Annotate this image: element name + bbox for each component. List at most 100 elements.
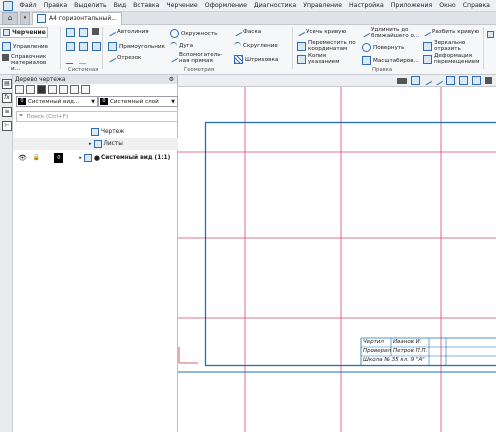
lock-icon[interactable]: 🔒 [33,154,40,161]
menu-item[interactable]: Вставка [130,0,163,12]
chamfer-label: Фаска [243,29,262,35]
mode-tab-drawing[interactable]: Черчение [0,27,48,38]
panel-title-bar: Дерево чертежа ⚙ [13,75,177,84]
clipboard-icon[interactable] [92,42,101,51]
tree-panel-icon[interactable]: ▤ [2,79,12,89]
visibility-eye-icon[interactable]: 👁 [18,154,27,162]
menu-item[interactable]: Справка [459,0,493,12]
undo-icon[interactable] [66,56,73,64]
fillet-button[interactable]: Скругление [234,42,278,50]
document-tab[interactable]: А4 горизонтальный... [32,11,122,25]
variables-icon[interactable]: fx [2,93,12,103]
overflow-tools-icon[interactable] [487,31,494,38]
chamfer-button[interactable]: Фаска [232,27,262,37]
manage-button[interactable]: Управление [2,42,48,51]
more-view-icon[interactable] [485,77,492,84]
segment-button[interactable]: Отрезок [106,53,142,63]
tree-list-icon[interactable] [48,85,57,94]
view-icon [83,153,92,162]
tree-view-icon[interactable] [26,85,35,94]
view-select[interactable]: 0 Системный вид... ▼ [16,96,98,107]
tree-group-icon[interactable] [70,85,79,94]
mirror-label: Зеркально отразить [434,40,466,52]
layers-view-icon[interactable] [459,76,468,85]
rectangle-button[interactable]: Прямоугольник [108,42,165,51]
extend-label: Удлинить до ближайшего о... [371,27,420,39]
drawing-canvas[interactable]: Чертил Иванов И. Проверил Петров П.П. Шк… [178,87,496,432]
expand-arrow-icon[interactable]: ▸ [89,141,92,147]
menu-item[interactable]: Черчение [163,0,201,12]
tree-item-system-view[interactable]: 👁 🔒 0 ▸ ● Системный вид (1:1) [13,151,178,164]
rotate-icon [362,43,371,52]
fillet-icon [234,42,241,50]
pan-icon[interactable] [411,76,420,85]
tabs-dropdown-icon[interactable]: ▾ [20,11,30,25]
home-icon[interactable]: ⌂ [2,11,18,25]
copy-by-pointing-button[interactable]: Копия указанием [297,53,339,65]
expand-arrow-icon[interactable]: ▸ [79,155,82,161]
panel-title: Дерево чертежа [15,76,66,83]
mirror-button[interactable]: Зеркально отразить [423,40,465,52]
zoom-tool-icon[interactable] [397,77,407,84]
manage-label: Управление [13,43,49,50]
menu-item[interactable]: Файл [16,0,40,12]
filter-icon: ⏷ [19,113,24,119]
new-document-icon[interactable] [66,28,75,37]
menu-item[interactable]: Вид [110,0,130,12]
tree-search-input[interactable]: ⏷ Поиск (Ctrl+F) [16,111,179,122]
menu-item[interactable]: Настройка [346,0,388,12]
extend-button[interactable]: Удлинить до ближайшего о... [360,27,420,39]
scale-button[interactable]: Масштабиров... [362,56,419,65]
menu-item[interactable]: Приложения [387,0,436,12]
segment-label: Отрезок [117,55,142,61]
menu-item[interactable]: Окно [436,0,459,12]
redo-icon[interactable] [79,56,86,64]
geometry-group-label: Геометрия [184,67,215,73]
layer-select[interactable]: 0 Системный слой ▼ [98,96,178,107]
circle-button[interactable]: Окружность [170,29,217,38]
menu-item[interactable]: Выделить [71,0,110,12]
split-curve-label: Разбить кривую [432,29,480,35]
menu-item[interactable]: Управление [300,0,346,12]
tree-lock-icon[interactable] [81,85,90,94]
split-curve-button[interactable]: Разбить кривую [421,27,480,37]
trim-curve-button[interactable]: Усечь кривую [295,27,346,37]
chamfer-icon [232,27,243,37]
tree-item-sheets[interactable]: ▸ Листы [13,138,178,150]
menu-item[interactable]: Правка [40,0,71,12]
display-icon[interactable] [472,76,481,85]
drawing-document-icon [37,14,46,23]
save-icon[interactable] [92,28,99,35]
tree-filter-icon[interactable] [15,85,24,94]
rotate-button[interactable]: Повернуть [362,43,404,52]
materials-reference-label: Справочник материалов и... [11,54,47,72]
snap-icon[interactable] [422,76,433,85]
print-icon[interactable] [66,42,75,51]
hatching-button[interactable]: Штриховка [234,55,278,64]
panel-settings-icon[interactable]: ⚙ [169,77,174,83]
menu-item[interactable]: Оформление [201,0,250,12]
auxiliary-line-button[interactable]: Вспомогатель- ная прямая [168,52,223,64]
layers-icon[interactable]: ≡ [2,107,12,117]
rotate-label: Повернуть [373,44,405,51]
arc-button[interactable]: Дуга [170,42,193,50]
hatching-label: Штриховка [245,56,279,63]
autoline-button[interactable]: Автолиния [106,27,149,37]
tree-item-drawing[interactable]: Чертеж [13,125,178,138]
circle-icon [170,29,179,38]
extend-icon [360,28,371,38]
deform-by-move-button[interactable]: Деформация перемещением [423,53,479,65]
tree-layer-icon[interactable] [37,85,46,94]
menu-item[interactable]: Диагностика [250,0,299,12]
grid-icon[interactable] [446,76,455,85]
ortho-icon[interactable] [433,76,444,85]
scale-icon [362,56,371,65]
hierarchy-icon[interactable]: ⊢ [2,121,12,131]
app-logo-icon [3,0,13,11]
chevron-down-icon: ▼ [91,98,95,105]
properties-icon[interactable] [79,42,88,51]
move-by-coordinates-button[interactable]: Переместить по координатам [297,40,356,52]
tree-image-icon[interactable] [59,85,68,94]
materials-reference-button[interactable]: Справочник материалов и... [2,54,52,72]
open-document-icon[interactable] [79,28,88,37]
